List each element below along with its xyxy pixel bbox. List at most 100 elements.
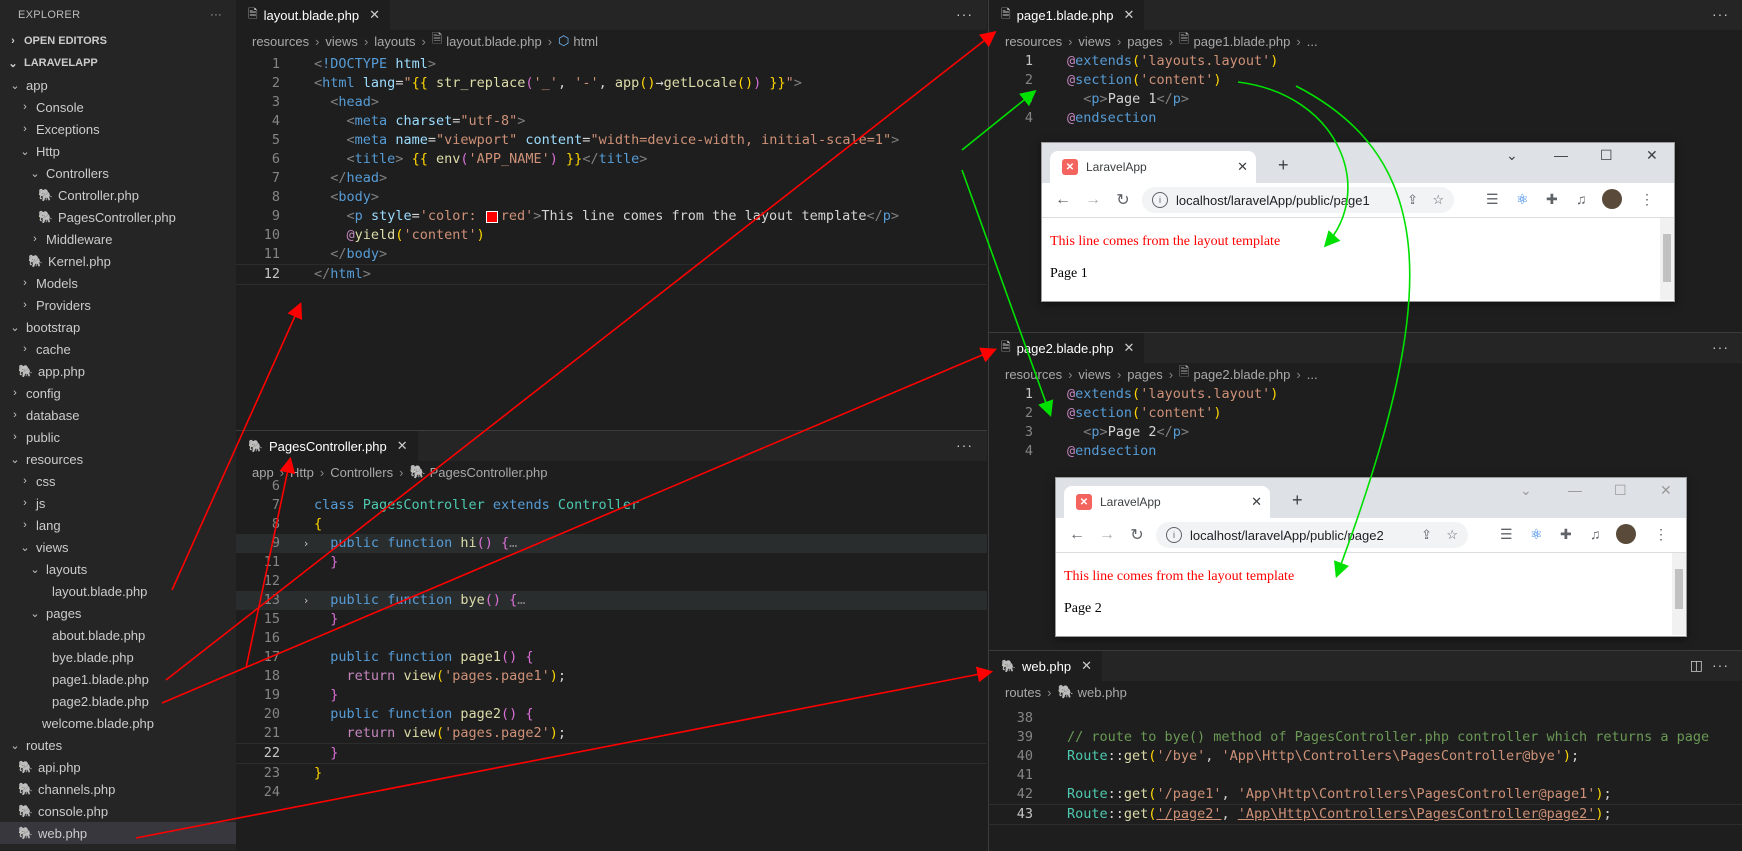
close-window-icon[interactable]: ✕ bbox=[1660, 482, 1672, 499]
forward-icon[interactable]: → bbox=[1084, 191, 1102, 209]
tree-folder[interactable]: › Providers bbox=[0, 294, 236, 316]
tree-file[interactable]: 🐘 app.php bbox=[0, 360, 236, 382]
tree-folder[interactable]: ⌄ Controllers bbox=[0, 162, 236, 184]
browser-tab[interactable]: ✕ LaravelApp ✕ bbox=[1050, 151, 1256, 183]
tree-folder[interactable]: › css bbox=[0, 470, 236, 492]
tree-label: channels.php bbox=[38, 781, 116, 797]
tree-folder[interactable]: › Exceptions bbox=[0, 118, 236, 140]
split-editor-icon[interactable]: ◫ bbox=[1690, 657, 1703, 674]
close-icon[interactable]: ✕ bbox=[369, 7, 380, 23]
avatar[interactable] bbox=[1602, 189, 1622, 209]
more-actions-icon[interactable]: ··· bbox=[1712, 657, 1729, 673]
more-actions-icon[interactable]: ··· bbox=[1712, 6, 1729, 22]
tree-file[interactable]: 🐘 api.php bbox=[0, 756, 236, 778]
more-actions-icon[interactable]: ··· bbox=[956, 437, 973, 453]
tree-folder[interactable]: › Models bbox=[0, 272, 236, 294]
media-icon[interactable]: ♫ bbox=[1590, 526, 1601, 542]
tree-folder[interactable]: › database bbox=[0, 404, 236, 426]
tree-file[interactable]: page1.blade.php bbox=[0, 668, 236, 690]
address-bar[interactable]: i localhost/laravelApp/public/page1 ⇪ ☆ bbox=[1142, 187, 1454, 213]
tab-web-php[interactable]: 🐘 web.php ✕ bbox=[989, 651, 1104, 681]
tab-pages-controller[interactable]: 🐘 PagesController.php ✕ bbox=[236, 431, 419, 461]
more-actions-icon[interactable]: ··· bbox=[210, 9, 222, 21]
tab-page2-blade[interactable]: 🗎 page2.blade.php ✕ bbox=[989, 333, 1146, 363]
code-area[interactable]: 38 39// route to bye() method of PagesCo… bbox=[989, 709, 1742, 825]
tree-folder[interactable]: ⌄ layouts bbox=[0, 558, 236, 580]
tab-search-icon[interactable]: ⌄ bbox=[1520, 482, 1532, 499]
open-editors-section[interactable]: › OPEN EDITORS bbox=[0, 30, 236, 52]
forward-icon[interactable]: → bbox=[1098, 526, 1116, 544]
chevron-right-icon: › bbox=[23, 343, 27, 355]
tree-folder[interactable]: › cache bbox=[0, 338, 236, 360]
close-tab-icon[interactable]: ✕ bbox=[1237, 159, 1248, 175]
tree-folder[interactable]: › public bbox=[0, 426, 236, 448]
more-actions-icon[interactable]: ··· bbox=[1712, 339, 1729, 355]
tree-folder[interactable]: ⌄ app bbox=[0, 74, 236, 96]
extension-icon[interactable]: ☰ bbox=[1500, 526, 1513, 543]
react-devtools-icon[interactable]: ⚛ bbox=[1530, 526, 1543, 543]
tree-file[interactable]: 🐘 Controller.php bbox=[0, 184, 236, 206]
tree-folder[interactable]: ⌄ bootstrap bbox=[0, 316, 236, 338]
tree-file[interactable]: 🐘 console.php bbox=[0, 800, 236, 822]
extensions-puzzle-icon[interactable]: ✚ bbox=[1560, 526, 1572, 543]
extension-icon[interactable]: ☰ bbox=[1486, 191, 1499, 208]
maximize-icon[interactable]: ☐ bbox=[1614, 482, 1627, 499]
close-window-icon[interactable]: ✕ bbox=[1646, 147, 1658, 164]
kebab-menu-icon[interactable]: ⋮ bbox=[1640, 191, 1654, 208]
tree-file[interactable]: page2.blade.php bbox=[0, 690, 236, 712]
close-icon[interactable]: ✕ bbox=[1081, 658, 1092, 674]
minimize-icon[interactable]: — bbox=[1568, 482, 1582, 498]
scrollbar[interactable] bbox=[1672, 553, 1686, 635]
tree-file[interactable]: 🐘 web.php bbox=[0, 822, 236, 844]
tab-search-icon[interactable]: ⌄ bbox=[1506, 147, 1518, 164]
extensions-puzzle-icon[interactable]: ✚ bbox=[1546, 191, 1558, 208]
tree-folder[interactable]: ⌄ Http bbox=[0, 140, 236, 162]
close-icon[interactable]: ✕ bbox=[397, 438, 408, 454]
project-section[interactable]: ⌄ LARAVELAPP bbox=[0, 52, 236, 74]
close-icon[interactable]: ✕ bbox=[1124, 7, 1135, 23]
tree-folder[interactable]: › js bbox=[0, 492, 236, 514]
close-tab-icon[interactable]: ✕ bbox=[1251, 494, 1262, 510]
tab-layout-blade[interactable]: 🗎 layout.blade.php ✕ bbox=[236, 0, 391, 30]
tree-folder[interactable]: ⌄ pages bbox=[0, 602, 236, 624]
tree-file[interactable]: 🐘 PagesController.php bbox=[0, 206, 236, 228]
minimize-icon[interactable]: — bbox=[1554, 147, 1568, 163]
address-bar[interactable]: i localhost/laravelApp/public/page2 ⇪ ☆ bbox=[1156, 522, 1468, 548]
tree-file[interactable]: 🐘 Kernel.php bbox=[0, 250, 236, 272]
kebab-menu-icon[interactable]: ⋮ bbox=[1654, 526, 1668, 543]
avatar[interactable] bbox=[1616, 524, 1636, 544]
browser-tab[interactable]: ✕ LaravelApp ✕ bbox=[1064, 486, 1270, 518]
new-tab-icon[interactable]: + bbox=[1278, 155, 1289, 176]
reload-icon[interactable]: ↻ bbox=[1128, 525, 1146, 545]
reload-icon[interactable]: ↻ bbox=[1114, 190, 1132, 210]
tree-folder[interactable]: ⌄ views bbox=[0, 536, 236, 558]
tree-file[interactable]: welcome.blade.php bbox=[0, 712, 236, 734]
tab-page1-blade[interactable]: 🗎 page1.blade.php ✕ bbox=[989, 0, 1146, 30]
tree-file[interactable]: about.blade.php bbox=[0, 624, 236, 646]
tree-folder[interactable]: › Console bbox=[0, 96, 236, 118]
explorer-title: EXPLORER bbox=[18, 9, 81, 21]
code-area[interactable]: 6 7 class PagesController extends Control… bbox=[236, 477, 987, 802]
tree-folder[interactable]: ⌄ routes bbox=[0, 734, 236, 756]
maximize-icon[interactable]: ☐ bbox=[1600, 147, 1613, 164]
tree-folder[interactable]: › lang bbox=[0, 514, 236, 536]
media-icon[interactable]: ♫ bbox=[1576, 191, 1587, 207]
code-area[interactable]: 1 @ extends('layouts.layout') 2 @ section('c… bbox=[989, 385, 1742, 461]
react-devtools-icon[interactable]: ⚛ bbox=[1516, 191, 1529, 208]
back-icon[interactable]: ← bbox=[1068, 526, 1086, 544]
tree-folder[interactable]: › Middleware bbox=[0, 228, 236, 250]
chevron-right-icon: › bbox=[13, 387, 17, 399]
code-area[interactable]: 1 < !DOCTYPE html > 2 < html lang = "{{ str_rep… bbox=[236, 55, 987, 285]
tree-label: Exceptions bbox=[36, 121, 100, 137]
back-icon[interactable]: ← bbox=[1054, 191, 1072, 209]
tree-folder[interactable]: ⌄ resources bbox=[0, 448, 236, 470]
code-area[interactable]: 1 @ extends('layouts.layout') 2 @ section('c… bbox=[989, 52, 1742, 128]
tree-file[interactable]: 🐘 channels.php bbox=[0, 778, 236, 800]
scrollbar[interactable] bbox=[1660, 218, 1674, 300]
tree-file[interactable]: bye.blade.php bbox=[0, 646, 236, 668]
close-icon[interactable]: ✕ bbox=[1124, 340, 1135, 356]
new-tab-icon[interactable]: + bbox=[1292, 490, 1303, 511]
tree-file[interactable]: layout.blade.php bbox=[0, 580, 236, 602]
more-actions-icon[interactable]: ··· bbox=[956, 6, 973, 22]
tree-folder[interactable]: › config bbox=[0, 382, 236, 404]
